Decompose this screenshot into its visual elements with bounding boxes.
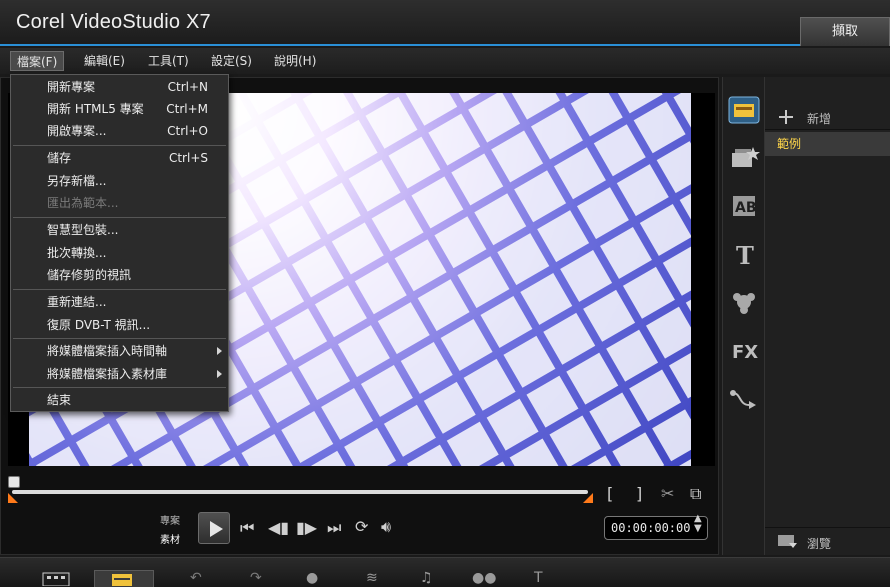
- menu-edit[interactable]: 編輯(E): [78, 51, 131, 71]
- next-frame-icon[interactable]: ▮▶: [296, 518, 317, 537]
- subtitle-editor-icon[interactable]: T: [534, 570, 543, 586]
- menu-item-label: 儲存: [47, 151, 72, 165]
- menu-item-shortcut: Ctrl+M: [166, 102, 208, 116]
- add-folder-label[interactable]: 新增: [807, 110, 831, 127]
- menu-item-insert-media-to-library[interactable]: 將媒體檔案插入素材庫: [11, 363, 228, 385]
- library-header: 新增: [765, 88, 890, 130]
- scissors-icon[interactable]: ✂: [661, 484, 674, 503]
- menu-item-label: 結束: [47, 393, 72, 407]
- menu-item-shortcut: Ctrl+N: [167, 80, 208, 94]
- transition-icon[interactable]: AB: [727, 191, 761, 221]
- file-menu-dropdown: 開新專案 Ctrl+N 開新 HTML5 專案 Ctrl+M 開啟專案... C…: [10, 74, 229, 412]
- menu-item-smart-package[interactable]: 智慧型包裝...: [11, 219, 228, 241]
- menu-separator: [13, 289, 226, 290]
- submenu-arrow-icon: [217, 347, 222, 355]
- menu-item-save[interactable]: 儲存 Ctrl+S: [11, 147, 228, 169]
- title-icon[interactable]: T: [727, 239, 761, 269]
- add-icon[interactable]: [779, 110, 793, 124]
- menu-item-insert-media-to-timeline[interactable]: 將媒體檔案插入時間軸: [11, 340, 228, 362]
- menu-item-exit[interactable]: 結束: [11, 389, 228, 411]
- svg-text:FX: FX: [732, 342, 758, 363]
- submenu-arrow-icon: [217, 370, 222, 378]
- mark-in-icon[interactable]: [: [607, 484, 613, 503]
- auto-music-icon[interactable]: ♫: [420, 570, 433, 586]
- enlarge-icon[interactable]: ⧉: [690, 484, 701, 504]
- filter-icon[interactable]: FX: [727, 335, 761, 365]
- library-folder-sample[interactable]: 範例: [765, 132, 890, 156]
- volume-icon[interactable]: 🔊︎: [381, 517, 391, 537]
- clip-mode-label[interactable]: 素材: [160, 531, 180, 546]
- library-category-strip: AB T FX: [722, 77, 764, 555]
- storyboard-view-icon[interactable]: [42, 572, 70, 586]
- menu-item-batch-convert[interactable]: 批次轉換...: [11, 242, 228, 264]
- menu-item-label: 另存新檔...: [47, 174, 107, 188]
- svg-text:AB: AB: [735, 200, 757, 216]
- menu-item-open-project[interactable]: 開啟專案... Ctrl+O: [11, 120, 228, 142]
- capture-tab[interactable]: 擷取: [800, 17, 890, 46]
- menu-item-new-project[interactable]: 開新專案 Ctrl+N: [11, 76, 228, 98]
- redo-icon[interactable]: ↷: [250, 570, 262, 586]
- menu-item-label: 將媒體檔案插入素材庫: [47, 367, 168, 381]
- repeat-icon[interactable]: ⟳: [355, 517, 368, 536]
- svg-text:T: T: [736, 241, 754, 269]
- timeline-toolbar: ↶ ↷ ● ≋ ♫ ●● T: [0, 557, 890, 587]
- scrubber-track[interactable]: [12, 490, 588, 494]
- menu-item-save-trimmed-video[interactable]: 儲存修剪的視訊: [11, 264, 228, 286]
- play-button[interactable]: [198, 512, 230, 544]
- menu-item-shortcut: Ctrl+S: [168, 151, 208, 165]
- menu-item-save-as[interactable]: 另存新檔...: [11, 170, 228, 192]
- timeline-view-tab[interactable]: [94, 570, 154, 587]
- menu-item-shortcut: Ctrl+O: [167, 124, 208, 138]
- menu-item-label: 將媒體檔案插入時間軸: [47, 344, 168, 358]
- timeline-view-icon: [112, 574, 132, 586]
- home-icon[interactable]: ⏮: [240, 518, 254, 538]
- menu-item-label: 匯出為範本...: [47, 196, 119, 210]
- timecode-display[interactable]: 00:00:00:00: [604, 516, 708, 540]
- path-icon[interactable]: [727, 383, 761, 413]
- menu-item-label: 開新專案: [47, 80, 96, 94]
- menu-bar: 檔案(F) 編輯(E) 工具(T) 設定(S) 說明(H): [0, 48, 890, 74]
- menu-separator: [13, 387, 226, 388]
- menu-item-label: 復原 DVB-T 視訊...: [47, 318, 151, 332]
- scrubber-handle[interactable]: [8, 476, 20, 488]
- media-library-icon[interactable]: [727, 95, 761, 125]
- library-panel: 新增 範例 瀏覽: [764, 77, 890, 555]
- browse-icon[interactable]: [777, 534, 799, 550]
- menu-item-label: 開啟專案...: [47, 124, 107, 138]
- project-mode-label[interactable]: 專案: [160, 512, 180, 527]
- menu-separator: [13, 145, 226, 146]
- library-footer: 瀏覽: [765, 527, 890, 555]
- instant-project-icon[interactable]: [727, 143, 761, 173]
- previous-frame-icon[interactable]: ◀▮: [268, 518, 289, 537]
- menu-item-new-html5-project[interactable]: 開新 HTML5 專案 Ctrl+M: [11, 98, 228, 120]
- mark-out-icon[interactable]: ]: [636, 484, 642, 503]
- timecode-stepper-icon[interactable]: ▲ ▼: [694, 514, 702, 534]
- menu-item-label: 儲存修剪的視訊: [47, 268, 132, 282]
- end-icon[interactable]: ⏭: [327, 518, 341, 538]
- menu-item-label: 開新 HTML5 專案: [47, 102, 144, 116]
- menu-item-relink[interactable]: 重新連結...: [11, 291, 228, 313]
- sound-mixer-icon[interactable]: ≋: [366, 570, 378, 586]
- motion-tracking-icon[interactable]: ●●: [472, 570, 496, 586]
- menu-file[interactable]: 檔案(F): [10, 51, 65, 71]
- menu-item-label: 批次轉換...: [47, 246, 107, 260]
- undo-icon[interactable]: ↶: [190, 570, 202, 586]
- browse-label[interactable]: 瀏覽: [807, 535, 831, 552]
- menu-item-recover-dvbt-video[interactable]: 復原 DVB-T 視訊...: [11, 314, 228, 336]
- title-bar: Corel VideoStudio X7 擷取: [0, 0, 890, 46]
- menu-separator: [13, 217, 226, 218]
- app-title: Corel VideoStudio X7: [16, 11, 211, 33]
- menu-settings[interactable]: 設定(S): [205, 51, 258, 71]
- graphics-icon[interactable]: [727, 287, 761, 317]
- menu-item-label: 智慧型包裝...: [47, 223, 119, 237]
- menu-item-label: 重新連結...: [47, 295, 107, 309]
- menu-help[interactable]: 說明(H): [268, 51, 322, 71]
- record-capture-icon[interactable]: ●: [306, 570, 318, 586]
- menu-item-export-as-template: 匯出為範本...: [11, 192, 228, 214]
- menu-tools[interactable]: 工具(T): [142, 51, 195, 71]
- menu-separator: [13, 338, 226, 339]
